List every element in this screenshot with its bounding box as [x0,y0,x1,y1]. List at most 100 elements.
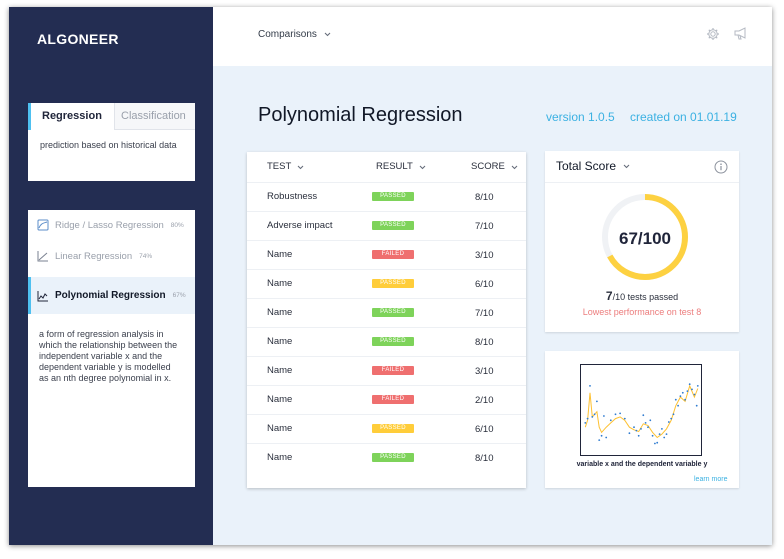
test-name: Name [267,452,293,463]
learn-more-link[interactable]: learn more [694,476,727,483]
column-header-score[interactable]: SCORE [471,152,518,182]
tab-classification[interactable]: Classification [114,103,195,130]
test-score: 3/10 [475,366,494,377]
data-point [679,395,682,398]
megaphone-icon[interactable] [733,26,749,40]
results-table: TEST RESULT SCORE Robustness PASSED 8/10 Ad… [247,152,526,488]
result-badge: PASSED [372,221,414,230]
ridge-chart-icon [37,219,49,231]
fit-line [584,384,699,439]
app-logo: ALGONEER [37,31,119,47]
data-point [609,419,612,422]
sidebar-item-polynomial[interactable]: Polynomial Regression 67% [28,277,195,314]
table-row[interactable]: Name PASSED 6/10 [247,269,526,298]
data-point [695,404,698,407]
chevron-down-icon [511,165,518,169]
column-header-test[interactable]: TEST [267,152,304,182]
column-header-label: RESULT [376,161,413,172]
table-row[interactable]: Name FAILED 3/10 [247,240,526,269]
data-point [656,441,659,444]
test-score: 7/10 [475,221,494,232]
data-point [663,436,666,439]
data-point [688,383,691,386]
algorithm-percent: 74% [139,252,153,260]
result-badge: PASSED [372,308,414,317]
data-point [600,434,603,437]
info-icon[interactable] [714,160,728,174]
top-bar: Comparisons [213,7,772,66]
data-point [614,413,617,416]
category-description: prediction based on historical data [40,140,177,150]
sidebar: ALGONEER Regression Classification predi… [9,7,213,545]
tab-regression[interactable]: Regression [28,103,114,130]
table-row[interactable]: Adverse impact PASSED 7/10 [247,211,526,240]
total-score-title: Total Score [556,159,617,173]
column-header-label: SCORE [471,161,505,172]
data-point [654,442,656,445]
data-point [596,400,598,403]
result-badge: FAILED [372,395,414,404]
column-header-result[interactable]: RESULT [376,152,426,182]
data-point [681,391,684,394]
data-point [651,434,654,437]
total-score-card: Total Score 67/100 7/10 tests passed Low… [545,151,739,332]
table-row[interactable]: Name PASSED 8/10 [247,443,526,472]
data-point [586,417,589,420]
lowest-performance-note: Lowest performance on test 8 [582,307,702,317]
data-point [628,432,631,435]
table-row[interactable]: Name FAILED 3/10 [247,356,526,385]
test-score: 6/10 [475,279,494,290]
test-score: 8/10 [475,453,494,464]
test-name: Name [267,278,293,289]
table-row[interactable]: Name FAILED 2/10 [247,385,526,414]
data-point [644,422,647,424]
result-badge: PASSED [372,453,414,462]
test-score: 8/10 [475,192,494,203]
algorithm-label: Linear Regression [55,250,133,262]
test-score: 7/10 [475,308,494,319]
result-badge: PASSED [372,279,414,288]
category-tabs: Regression Classification [28,103,195,130]
data-point [672,413,675,416]
data-point [684,398,686,401]
polynomial-chart-icon [37,290,48,301]
category-card: Regression Classification prediction bas… [28,103,195,181]
data-point [591,416,594,418]
result-badge: PASSED [372,192,414,201]
data-point [640,428,642,430]
tests-passed-label: /10 tests passed [612,292,679,302]
data-point [637,434,640,437]
data-point [623,417,626,420]
table-row[interactable]: Name PASSED 7/10 [247,298,526,327]
algorithm-label: Polynomial Regression [55,290,166,301]
sidebar-item-linear[interactable]: Linear Regression 74% [28,241,195,271]
regression-plot-card: variable x and the dependent variable y … [545,351,739,488]
gear-icon[interactable] [706,27,720,41]
algorithm-percent: 80% [170,221,184,229]
comparisons-dropdown[interactable]: Comparisons [258,29,331,40]
test-score: 8/10 [475,337,494,348]
test-name: Robustness [267,191,318,202]
table-row[interactable]: Name PASSED 6/10 [247,414,526,443]
chevron-down-icon [297,165,304,169]
test-name: Name [267,394,293,405]
data-point [633,426,635,429]
chevron-down-icon [324,32,331,37]
line-chart-icon [37,251,48,262]
data-point [691,388,693,391]
test-score: 3/10 [475,250,494,261]
data-point [661,428,663,430]
sidebar-item-ridge-lasso[interactable]: Ridge / Lasso Regression 80% [28,210,195,240]
data-point [670,417,673,420]
total-score-dropdown[interactable]: Total Score [556,159,630,173]
test-name: Name [267,249,293,260]
data-point [667,421,670,423]
created-date: created on 01.01.19 [630,110,737,124]
data-point [603,415,605,417]
table-row[interactable]: Name PASSED 8/10 [247,327,526,356]
data-point [642,414,645,417]
data-point [593,413,596,416]
chevron-down-icon [623,164,630,168]
table-row[interactable]: Robustness PASSED 8/10 [247,182,526,211]
version-label: version 1.0.5 [546,110,615,124]
